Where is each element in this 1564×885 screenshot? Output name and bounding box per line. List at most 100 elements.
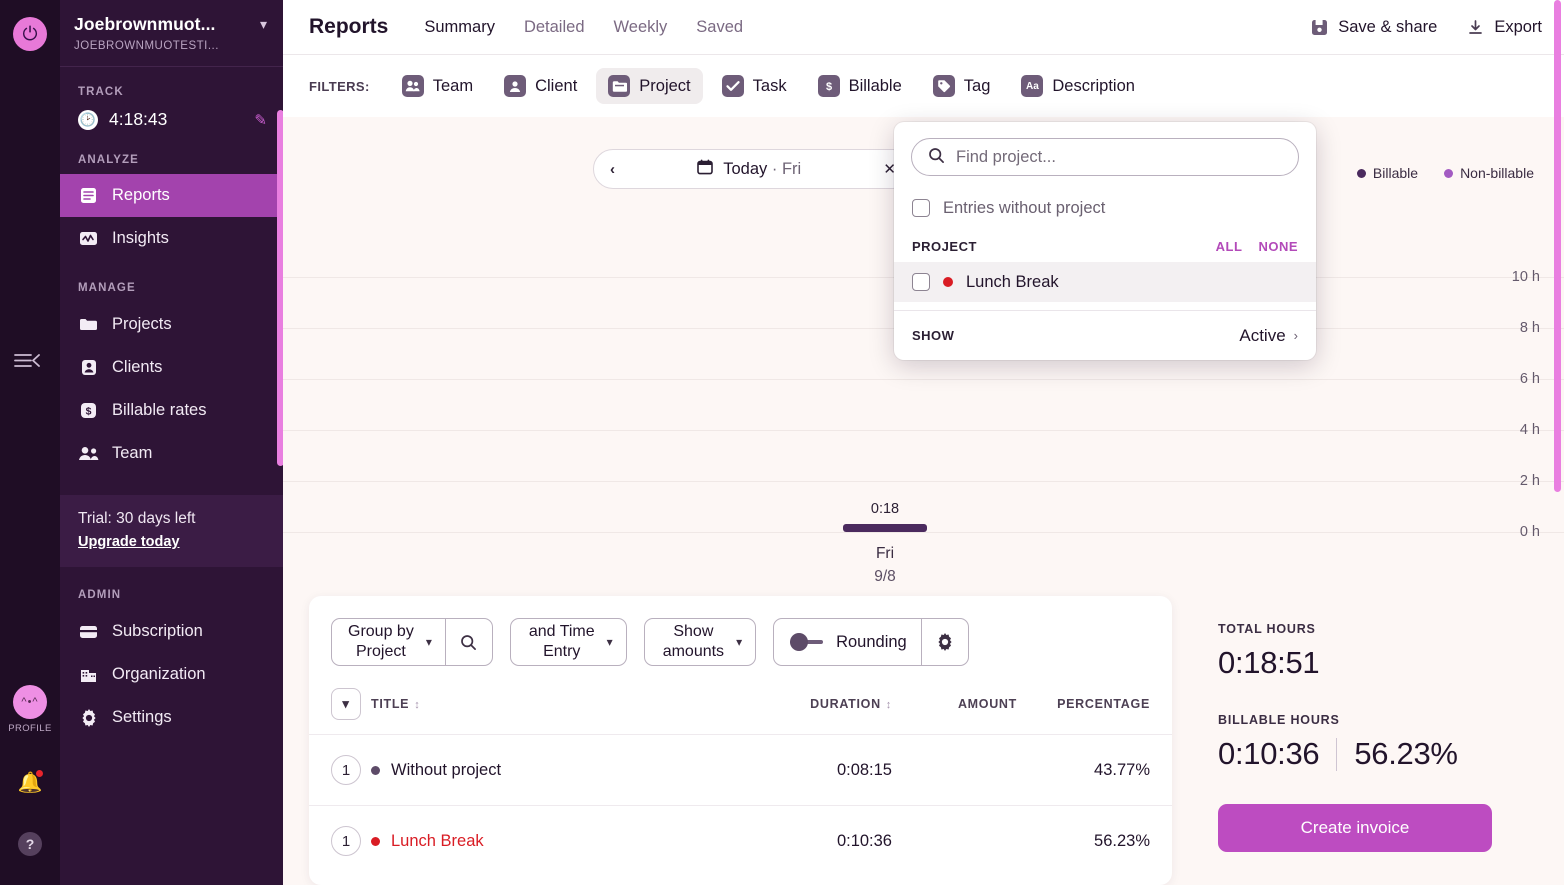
select-none-link[interactable]: NONE — [1258, 239, 1298, 254]
search-input[interactable] — [956, 147, 1282, 167]
legend-item-non-billable[interactable]: Non-billable — [1444, 165, 1534, 181]
column-header-title[interactable]: TITLE ↕ — [371, 688, 692, 735]
pencil-icon[interactable]: ✎ — [254, 111, 267, 129]
row-amount — [892, 735, 1017, 806]
y-axis-tick: 4 h — [1519, 422, 1540, 438]
sidebar-item-settings[interactable]: Settings — [60, 696, 283, 739]
checkbox[interactable] — [912, 273, 930, 291]
rounding-toggle[interactable] — [790, 633, 824, 651]
bar-billable[interactable] — [843, 524, 927, 532]
tab-summary[interactable]: Summary — [424, 18, 495, 37]
avatar-face: ^•^ — [21, 696, 39, 708]
profile-block[interactable]: ^•^ PROFILE — [0, 685, 60, 734]
save-icon — [1311, 19, 1328, 36]
column-header-duration[interactable]: DURATION ↕ — [692, 688, 892, 735]
help-icon[interactable]: ? — [0, 832, 60, 856]
group-by-control[interactable]: Group by Project ▾ — [331, 618, 493, 666]
date-range-main: Today — [723, 159, 768, 178]
checkbox[interactable] — [912, 199, 930, 217]
timer-value: 4:18:43 — [109, 109, 168, 129]
gridline — [283, 481, 1564, 482]
svg-text:$: $ — [86, 405, 92, 417]
date-range-separator: · — [767, 159, 782, 178]
timer-row[interactable]: 🕑 4:18:43 ✎ — [60, 98, 283, 141]
filter-chip-label: Description — [1052, 76, 1135, 95]
select-all-link[interactable]: ALL — [1216, 239, 1243, 254]
bottom-panel: Group by Project ▾ and Time Entry ▾ Show… — [283, 596, 1564, 885]
save-and-share-button[interactable]: Save & share — [1311, 18, 1437, 37]
export-button[interactable]: Export — [1467, 18, 1542, 37]
gridline — [283, 430, 1564, 431]
date-range-selector[interactable]: ‹ Today · Fri ✕ — [593, 149, 913, 189]
row-title-cell[interactable]: Lunch Break — [371, 806, 692, 877]
filter-chip-description[interactable]: Aa Description — [1009, 68, 1147, 104]
entries-without-project-option[interactable]: Entries without project — [894, 188, 1316, 228]
tab-saved[interactable]: Saved — [696, 18, 743, 37]
billable-percentage: 56.23% — [1354, 736, 1458, 771]
filter-chip-task[interactable]: Task — [710, 68, 799, 104]
tab-detailed[interactable]: Detailed — [524, 18, 585, 37]
chevron-down-icon[interactable]: ▾ — [260, 16, 267, 33]
table-row[interactable]: 1 Without project 0:08:15 43.77% — [309, 734, 1172, 806]
sort-icon[interactable]: ↕ — [886, 699, 892, 711]
chevron-right-icon[interactable]: › — [1294, 328, 1298, 343]
summary-stats: TOTAL HOURS 0:18:51 BILLABLE HOURS 0:10:… — [1218, 596, 1538, 885]
filter-chip-tag[interactable]: Tag — [921, 68, 1003, 104]
project-option-lunch-break[interactable]: Lunch Break — [894, 262, 1316, 302]
help-glyph: ? — [18, 832, 42, 856]
billable-hours-label: BILLABLE HOURS — [1218, 713, 1340, 727]
sidebar-item-insights[interactable]: Insights — [60, 217, 283, 260]
project-show-filter[interactable]: SHOW Active › — [894, 310, 1316, 360]
collapse-sidebar-icon[interactable] — [14, 352, 40, 374]
project-search-box[interactable] — [911, 138, 1299, 176]
sidebar-item-projects[interactable]: Projects — [60, 303, 283, 346]
calendar-icon — [697, 159, 714, 179]
filters-label: FILTERS: — [309, 78, 370, 94]
workspace-switcher[interactable]: Joebrownmuot... ▾ JOEBROWNMUOTESTI... — [60, 0, 283, 66]
project-option-label: Lunch Break — [966, 272, 1059, 291]
gear-icon[interactable] — [920, 619, 968, 665]
chevron-down-icon[interactable]: ▾ — [426, 635, 432, 649]
sidebar-item-clients[interactable]: Clients — [60, 346, 283, 389]
sidebar-item-team[interactable]: Team — [60, 432, 283, 475]
create-invoice-button[interactable]: Create invoice — [1218, 804, 1492, 852]
sidebar-item-reports[interactable]: Reports — [60, 174, 283, 217]
filter-chip-project[interactable]: Project — [596, 68, 703, 104]
dollar-icon: $ — [78, 402, 99, 419]
tab-weekly[interactable]: Weekly — [614, 18, 668, 37]
filter-chip-client[interactable]: Client — [492, 68, 589, 104]
filter-chip-team[interactable]: Team — [390, 68, 485, 104]
client-icon — [78, 359, 99, 376]
filter-chip-billable[interactable]: $ Billable — [806, 68, 914, 104]
workspace-subtitle: JOEBROWNMUOTESTI... — [74, 40, 219, 52]
chevron-down-icon[interactable]: ▾ — [331, 688, 361, 720]
power-icon[interactable]: ⏻ — [13, 17, 47, 51]
column-label: PERCENTAGE — [1057, 697, 1150, 711]
rounding-control[interactable]: Rounding — [773, 618, 969, 666]
save-and-share-label: Save & share — [1338, 17, 1438, 36]
upgrade-today-link[interactable]: Upgrade today — [78, 534, 180, 550]
row-title-cell[interactable]: Without project — [371, 735, 692, 806]
sidebar-item-subscription[interactable]: Subscription — [60, 610, 283, 653]
filter-chip-label: Team — [432, 76, 474, 95]
sidebar-item-billable-rates[interactable]: $ Billable rates — [60, 389, 283, 432]
sidebar-item-label: Clients — [112, 358, 163, 376]
group-by-line2: Project — [356, 643, 406, 660]
show-amounts-control[interactable]: Show amounts ▾ — [643, 618, 757, 666]
collapse-all-header: ▾ — [309, 688, 371, 735]
main-scrollbar[interactable] — [1554, 0, 1561, 492]
avatar[interactable]: ^•^ — [13, 685, 47, 719]
sort-icon[interactable]: ↕ — [414, 699, 420, 711]
legend-label: Billable — [1372, 165, 1419, 181]
subgroup-by-control[interactable]: and Time Entry ▾ — [509, 618, 627, 666]
table-row[interactable]: 1 Lunch Break 0:10:36 56.23% — [309, 805, 1172, 877]
search-icon[interactable] — [444, 619, 492, 665]
amounts-line1: Show — [673, 623, 714, 640]
chevron-down-icon[interactable]: ▾ — [736, 635, 742, 649]
chevron-down-icon[interactable]: ▾ — [607, 635, 613, 649]
row-count-cell: 1 — [309, 806, 371, 877]
notifications-bell-icon[interactable]: 🔔 — [0, 769, 60, 795]
sidebar-item-organization[interactable]: Organization — [60, 653, 283, 696]
legend-item-billable[interactable]: Billable — [1356, 165, 1419, 181]
project-color-dot — [371, 836, 380, 846]
